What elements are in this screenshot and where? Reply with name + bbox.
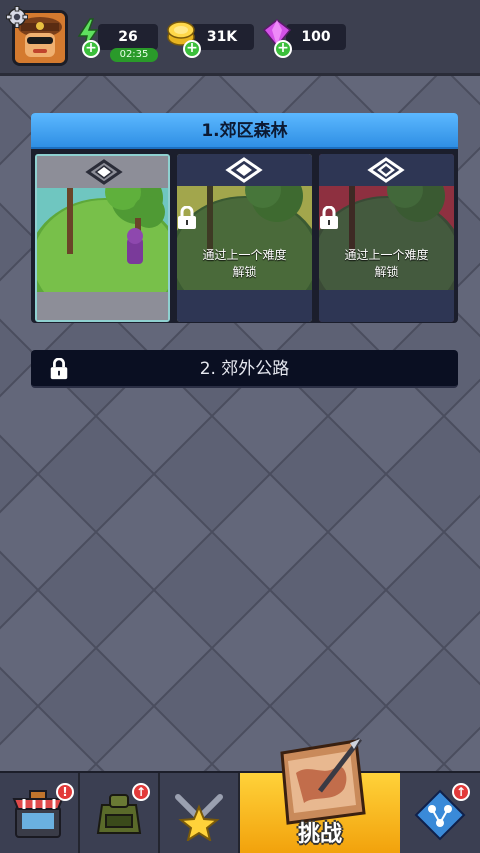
nav-inventory-tab[interactable]: ↑ [80, 773, 160, 853]
add-energy-button[interactable]: + [82, 40, 100, 58]
nav-weapons-tab[interactable] [160, 773, 240, 853]
difficulty-card-3[interactable]: 通过上一个难度 解锁 [319, 154, 454, 322]
energy-counter: 26 [98, 24, 158, 50]
shop-alert-badge: ! [56, 783, 74, 801]
difficulty-3-icon [319, 154, 454, 186]
unlock-hint-line2: 解锁 [232, 265, 257, 279]
gem-value: 100 [301, 29, 331, 45]
add-gems-button[interactable]: + [274, 40, 292, 58]
top-resource-bar: 26 02:35 + 31K + 100 + [0, 0, 480, 76]
unlock-hint-line2: 解锁 [374, 265, 399, 279]
nav-shop-tab[interactable]: ! [0, 773, 80, 853]
settings-gear-icon[interactable] [6, 6, 28, 28]
challenge-tab-label: 挑战 [297, 822, 342, 847]
lock-icon [50, 358, 68, 380]
chapter-1-panel: 1.郊区森林 通过上一个难度 解锁 通过上一个难度 解锁 [31, 113, 458, 323]
unlock-hint-line1: 通过上一个难度 [202, 248, 287, 262]
unlock-hint: 通过上一个难度 解锁 [177, 247, 312, 281]
gem-counter: 100 [286, 24, 346, 50]
energy-timer: 02:35 [110, 48, 158, 62]
skills-upgrade-badge: ↑ [452, 783, 470, 801]
inventory-upgrade-badge: ↑ [132, 783, 150, 801]
difficulty-card-2[interactable]: 通过上一个难度 解锁 [177, 154, 312, 322]
unlock-hint-line1: 通过上一个难度 [344, 248, 429, 262]
shop-icon [12, 790, 64, 838]
add-gold-button[interactable]: + [183, 40, 201, 58]
difficulty-card-1[interactable] [35, 154, 170, 322]
unlock-hint: 通过上一个难度 解锁 [319, 247, 454, 281]
energy-value: 26 [118, 29, 138, 45]
chapter-2-row[interactable]: 2. 郊外公路 [31, 350, 458, 388]
difficulty-1-icon [37, 156, 168, 188]
nav-skills-tab[interactable]: ↑ [400, 773, 480, 853]
chapter-1-title: 1.郊区森林 [31, 113, 458, 149]
weapons-star-icon [175, 794, 223, 841]
difficulty-2-icon [177, 154, 312, 186]
chapter-2-title: 2. 郊外公路 [199, 359, 290, 379]
gold-value: 31K [206, 29, 238, 45]
challenge-map-icon [280, 737, 366, 825]
